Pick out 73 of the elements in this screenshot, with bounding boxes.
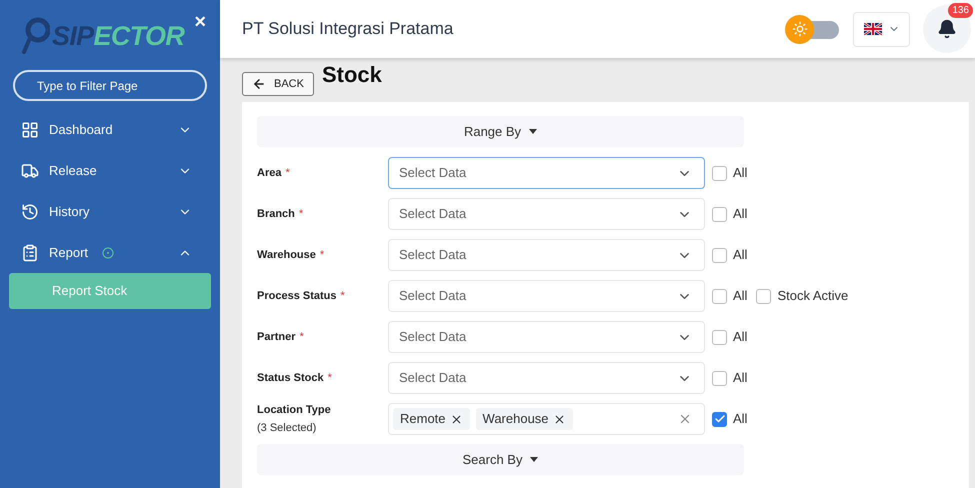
- page-title: Stock: [322, 62, 382, 88]
- field-label: Location Type: [257, 402, 331, 418]
- filter-field[interactable]: Type to Filter Page: [13, 70, 207, 101]
- select-placeholder: Select Data: [398, 164, 468, 182]
- field-label: Partner: [257, 330, 296, 345]
- remove-icon[interactable]: [552, 412, 566, 426]
- select-field[interactable]: Select Data: [388, 280, 705, 312]
- selected-tag: Warehouse: [476, 408, 573, 430]
- nav-item[interactable]: Report: [0, 232, 220, 273]
- field-label: Branch: [257, 206, 295, 222]
- field-label: Area: [257, 166, 282, 181]
- clear-icon[interactable]: [678, 412, 692, 426]
- checkbox[interactable]: [712, 248, 727, 262]
- nav-item[interactable]: Release: [0, 150, 220, 191]
- nav-item[interactable]: Dashboard: [0, 109, 220, 150]
- checkbox-label: All: [733, 369, 748, 388]
- language-button[interactable]: [853, 12, 910, 46]
- required-mark: *: [285, 166, 290, 181]
- select-field[interactable]: Select Data: [388, 198, 705, 230]
- checkbox[interactable]: [712, 166, 727, 180]
- checkbox-label: All: [733, 410, 748, 428]
- checkbox[interactable]: [712, 330, 727, 344]
- sun-icon: [792, 21, 808, 37]
- checkbox-label: Stock Active: [777, 287, 848, 306]
- checkbox[interactable]: [712, 288, 727, 304]
- theme-toggle[interactable]: [785, 14, 841, 44]
- company-name: PT Solusi Integrasi Pratama: [242, 18, 454, 40]
- close-button[interactable]: ×: [194, 12, 206, 32]
- clipboard-icon: [21, 244, 39, 262]
- select-placeholder: Select Data: [398, 369, 468, 388]
- flag-icon: [864, 23, 882, 35]
- select-placeholder: Select Data: [398, 205, 468, 224]
- required-mark: *: [320, 248, 324, 263]
- required-mark: *: [328, 370, 332, 386]
- checkbox-label: All: [733, 246, 748, 264]
- caret-icon: [529, 129, 538, 134]
- checkbox[interactable]: [756, 288, 772, 304]
- remove-icon[interactable]: [450, 412, 463, 426]
- select-field[interactable]: Remote Warehouse: [388, 403, 705, 435]
- grid-icon: [21, 120, 39, 138]
- bell-icon: [937, 19, 957, 39]
- truck-icon: [21, 162, 39, 180]
- history-icon: [21, 202, 39, 220]
- checkbox[interactable]: [712, 206, 727, 222]
- selected-tag: Remote: [393, 408, 470, 430]
- field-label: Warehouse: [257, 248, 316, 263]
- checkbox[interactable]: [712, 412, 727, 426]
- checkbox-label: All: [733, 205, 748, 224]
- select-field[interactable]: Select Data: [388, 239, 705, 271]
- required-mark: *: [300, 330, 304, 345]
- field-label: Status Stock: [257, 370, 324, 386]
- checkbox-label: All: [733, 287, 748, 306]
- range-by-button[interactable]: Range By: [257, 116, 744, 147]
- nav-item[interactable]: History: [0, 191, 220, 232]
- notification-count: 136: [948, 3, 973, 18]
- select-placeholder: Select Data: [398, 246, 468, 264]
- required-mark: *: [298, 206, 304, 222]
- caret-icon: [530, 457, 538, 462]
- select-field[interactable]: Select Data: [388, 362, 705, 394]
- select-field[interactable]: Select Data: [388, 321, 705, 353]
- field-sublabel: (3 Selected): [257, 421, 318, 436]
- select-placeholder: Select Data: [398, 328, 468, 346]
- select-placeholder: Select Data: [398, 287, 468, 306]
- checkbox-label: All: [733, 328, 748, 346]
- logo-text: SIPECTOR: [52, 22, 184, 50]
- field-label: Process Status: [257, 288, 336, 304]
- notification-button[interactable]: 136: [923, 5, 971, 53]
- search-by-button[interactable]: Search By: [257, 444, 744, 475]
- back-button[interactable]: BACK: [242, 72, 314, 96]
- select-field[interactable]: Select Data: [388, 157, 705, 189]
- checkbox-label: All: [733, 164, 748, 182]
- required-mark: *: [340, 288, 345, 304]
- checkbox[interactable]: [712, 370, 727, 386]
